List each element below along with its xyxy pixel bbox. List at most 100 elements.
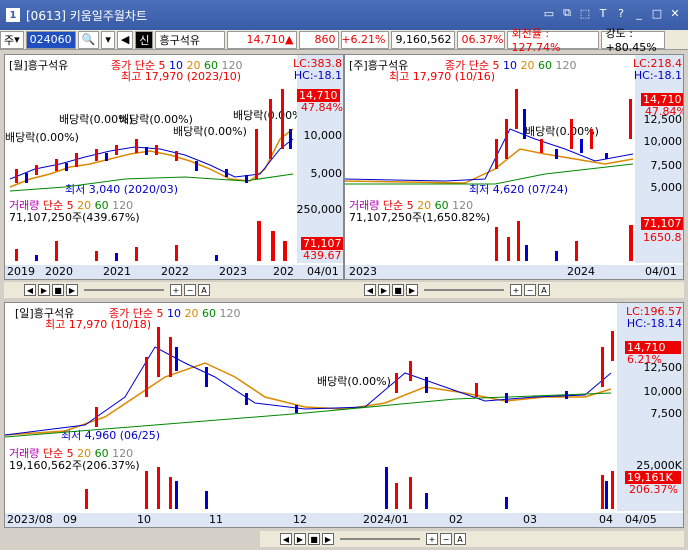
scroll-slider[interactable] — [340, 538, 420, 540]
strength-label: 강도 : +80.45% — [601, 27, 666, 54]
zoom-icon[interactable]: + — [426, 533, 438, 545]
zoom-out-icon[interactable]: − — [440, 533, 452, 545]
first-icon[interactable]: ◀ — [364, 284, 376, 296]
weekly-price-scale: LC:218.4 HC:-18.1 12,500 10,000 7,500 5,… — [633, 55, 683, 205]
date-tick: 12 — [293, 513, 307, 526]
scroll-slider[interactable] — [424, 289, 504, 291]
vol-tick: 250,000 — [296, 203, 343, 216]
sound-icon[interactable]: ◀ — [116, 30, 134, 49]
date-tick: 2023 — [349, 265, 377, 278]
hc-label: HC:-18.1 — [293, 69, 342, 82]
change-pct: +6.21% — [341, 30, 390, 49]
text-icon[interactable]: A — [454, 533, 466, 545]
monthly-chart-panel[interactable]: [월]흥구석유 종가 단순 5 10 20 60 120 최고 17,970 (… — [4, 54, 344, 280]
play-icon[interactable]: ▶ — [378, 284, 390, 296]
weekly-date-axis: 2023 2024 04/01 — [345, 265, 683, 279]
maximize-icon[interactable]: □ — [650, 6, 664, 20]
daily-volume-bars — [85, 467, 614, 509]
monthly-controls: ◀ ▶ ■ ▶ + − A — [4, 282, 344, 298]
daily-price-pct: 6.21% — [627, 353, 662, 366]
weekly-price-pct: 47.84% — [645, 105, 684, 118]
weekly-vol-box: 71,107 — [641, 217, 683, 230]
hc-label: HC:-18.14 — [626, 317, 682, 330]
market-select[interactable]: 주 ▾ — [0, 30, 24, 49]
weekly-chart-panel[interactable]: [주]흥구석유 종가 단순 5 10 20 60 120 최고 17,970 (… — [344, 54, 684, 280]
window-number: 1 — [6, 8, 20, 22]
last-icon[interactable]: ▶ — [322, 533, 334, 545]
stop-icon[interactable]: ■ — [308, 533, 320, 545]
font-icon[interactable]: T — [596, 6, 610, 20]
zoom-icon[interactable]: + — [170, 284, 182, 296]
date-tick: 04/05 — [625, 513, 657, 526]
date-tick: 03 — [523, 513, 537, 526]
stock-toolbar: 주 ▾ 024060 🔍 ▾ ◀ 신 흥구석유 14,710 ▲ 860 +6.21… — [0, 27, 688, 54]
date-tick: 2023/08 — [7, 513, 53, 526]
date-tick: 2022 — [161, 265, 189, 278]
current-price: 14,710 ▲ — [227, 30, 298, 49]
zoom-out-icon[interactable]: − — [184, 284, 196, 296]
minimize-icon[interactable]: _ — [632, 6, 646, 20]
weekly-vol-pct: 1650.8 — [643, 231, 682, 244]
price-tick: 5,000 — [650, 181, 683, 194]
first-icon[interactable]: ◀ — [280, 533, 292, 545]
daily-price-scale: LC:196.57 HC:-18.14 12,500 10,000 7,500 — [617, 303, 683, 443]
date-tick: 09 — [63, 513, 77, 526]
price-tick: 10,000 — [643, 385, 683, 398]
last-icon[interactable]: ▶ — [406, 284, 418, 296]
date-tick: 11 — [209, 513, 223, 526]
close-icon[interactable]: ✕ — [668, 6, 682, 20]
pin-icon[interactable]: ⬚ — [578, 6, 592, 20]
date-tick: 202 — [273, 265, 294, 278]
date-tick: 02 — [449, 513, 463, 526]
weekly-volume-bars — [495, 221, 633, 261]
zoom-out-icon[interactable]: − — [524, 284, 536, 296]
monthly-vol-pct: 439.67 — [303, 249, 342, 262]
price-value: 14,710 — [246, 33, 286, 46]
zoom-icon[interactable]: + — [510, 284, 522, 296]
scroll-slider[interactable] — [84, 289, 164, 291]
daily-date-axis: 2023/08 09 10 11 12 2024/01 02 03 04 04/… — [5, 513, 683, 527]
stop-icon[interactable]: ■ — [52, 284, 64, 296]
volume-pct: 06.37% — [457, 30, 506, 49]
window-title: [0613] 키움일주월차트 — [26, 8, 147, 23]
price-tick: 10,000 — [303, 129, 343, 142]
daily-vol-pct: 206.37% — [629, 483, 678, 496]
monthly-volume-bars — [15, 221, 287, 261]
stop-icon[interactable]: ■ — [392, 284, 404, 296]
link-icon[interactable]: ⧉ — [560, 6, 574, 20]
play-icon[interactable]: ▶ — [38, 284, 50, 296]
price-tick: 7,500 — [650, 407, 683, 420]
monthly-date-axis: 2019 2020 2021 2022 2023 202 04/01 — [5, 265, 343, 279]
date-tick: 10 — [137, 513, 151, 526]
restore-icon[interactable]: ▭ — [542, 6, 556, 20]
volume-value: 9,160,562 — [391, 30, 456, 49]
date-tick: 04/01 — [645, 265, 677, 278]
date-tick: 04 — [599, 513, 613, 526]
last-icon[interactable]: ▶ — [66, 284, 78, 296]
price-tick: 10,000 — [643, 135, 683, 148]
help-icon[interactable]: ? — [614, 6, 628, 20]
text-icon[interactable]: A — [198, 284, 210, 296]
chevron-down-icon[interactable]: ▾ — [101, 30, 115, 49]
date-tick: 2020 — [45, 265, 73, 278]
first-icon[interactable]: ◀ — [24, 284, 36, 296]
text-icon[interactable]: A — [538, 284, 550, 296]
stock-name: 흥구석유 — [155, 30, 226, 49]
date-tick: 2023 — [219, 265, 247, 278]
price-tick: 5,000 — [310, 167, 343, 180]
play-icon[interactable]: ▶ — [294, 533, 306, 545]
daily-candles — [5, 327, 614, 438]
change-value: 860 — [299, 30, 340, 49]
monthly-price-scale: LC:383.8 HC:-18.1 10,000 5,000 — [293, 55, 343, 205]
price-tick: 7,500 — [650, 159, 683, 172]
date-tick: 2021 — [103, 265, 131, 278]
daily-controls: ◀ ▶ ■ ▶ + − A — [260, 531, 684, 547]
search-icon[interactable]: 🔍 — [77, 30, 100, 49]
hc-label: HC:-18.1 — [633, 69, 682, 82]
credit-badge: 신 — [135, 30, 154, 49]
weekly-controls: ◀ ▶ ■ ▶ + − A — [344, 282, 684, 298]
monthly-price-pct: 47.84% — [301, 101, 343, 114]
daily-chart-panel[interactable]: [일]흥구석유 종가 단순 5 10 20 60 120 최고 17,970 (… — [4, 302, 684, 528]
code-input[interactable]: 024060 — [25, 30, 76, 49]
turnover-label: 회전율 : 127.74% — [507, 27, 600, 54]
